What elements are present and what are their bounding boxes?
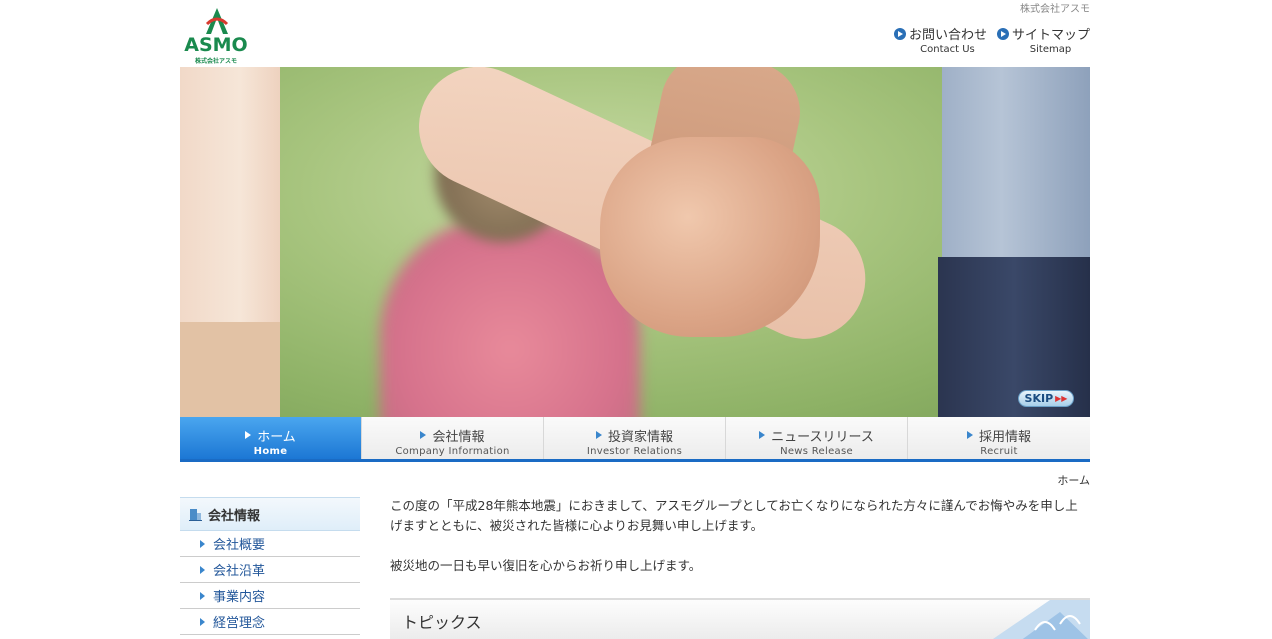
sidebar-item-label: 会社概要 <box>213 538 266 553</box>
logo-mark-icon <box>205 8 229 34</box>
main-content: この度の「平成28年熊本地震」におきまして、アスモグループとしてお亡くなりになら… <box>390 496 1090 576</box>
sitemap-link-en: Sitemap <box>1029 44 1072 55</box>
sidebar-item-label: 事業内容 <box>213 590 266 605</box>
nav-company[interactable]: 会社情報 Company Information <box>362 417 544 459</box>
arrow-circle-icon <box>893 27 906 40</box>
sidebar-heading: 会社情報 <box>180 497 360 531</box>
logo-word: ASMO <box>184 34 248 56</box>
arrow-circle-icon <box>996 27 1009 40</box>
sitemap-link-label: サイトマップ <box>1011 28 1090 43</box>
asmo-logo[interactable]: ASMO 株式会社アスモ <box>184 6 248 65</box>
skip-button[interactable]: SKIP ▶▶ <box>1018 390 1074 407</box>
sidebar-item-history[interactable]: 会社沿革 <box>180 557 360 583</box>
building-icon <box>189 509 202 521</box>
sidebar-item-overview[interactable]: 会社概要 <box>180 531 360 557</box>
nav-news-en: News Release <box>780 445 853 457</box>
topics-title: トピックス <box>402 613 482 632</box>
nav-home[interactable]: ホーム Home <box>180 417 362 459</box>
condolence-paragraph: この度の「平成28年熊本地震」におきまして、アスモグループとしてお亡くなりになら… <box>390 498 1078 533</box>
nav-recruit-label: 採用情報 <box>967 426 1031 445</box>
nav-investor-label: 投資家情報 <box>596 426 673 445</box>
contact-link-en: Contact Us <box>920 44 975 55</box>
nav-investor-en: Investor Relations <box>586 445 683 457</box>
sidebar-item-philosophy[interactable]: 経営理念 <box>180 609 360 635</box>
contact-link-label: お問い合わせ <box>908 28 987 43</box>
page: 株式会社アスモ ASMO 株式会社アスモ お問い合わせ Contact Us サ… <box>180 0 1090 639</box>
nav-news-label: ニュースリリース <box>759 426 874 445</box>
nav-company-label: 会社情報 <box>420 426 484 445</box>
contact-link[interactable]: お問い合わせ Contact Us <box>893 24 987 55</box>
nav-home-label: ホーム <box>245 426 296 445</box>
breadcrumb: ホーム <box>1057 474 1090 487</box>
logo-subtitle: 株式会社アスモ <box>194 58 237 65</box>
sitemap-link[interactable]: サイトマップ Sitemap <box>996 24 1090 55</box>
nav-news[interactable]: ニュースリリース News Release <box>726 417 908 459</box>
main-nav: ホーム Home 会社情報 Company Information 投資家情報 … <box>180 417 1090 462</box>
nav-recruit-en: Recruit <box>980 445 1018 457</box>
topics-header: トピックス <box>390 598 1090 639</box>
sidebar: 会社情報 会社概要 会社沿革 事業内容 経営理念 <box>180 497 360 635</box>
double-arrow-icon: ▶▶ <box>1055 394 1068 403</box>
sidebar-item-label: 経営理念 <box>213 616 266 631</box>
nav-investor[interactable]: 投資家情報 Investor Relations <box>544 417 726 459</box>
company-name-top: 株式会社アスモ <box>1020 4 1090 15</box>
recovery-paragraph: 被災地の一日も早い復旧を心からお祈り申し上げます。 <box>390 558 702 573</box>
nav-home-en: Home <box>253 445 288 457</box>
nav-recruit[interactable]: 採用情報 Recruit <box>908 417 1090 459</box>
topics-decoration-icon <box>992 600 1090 639</box>
sidebar-heading-label: 会社情報 <box>208 508 261 524</box>
nav-company-en: Company Information <box>395 445 510 457</box>
header-links: お問い合わせ Contact Us サイトマップ Sitemap <box>893 24 1090 55</box>
sidebar-item-label: 会社沿革 <box>213 564 266 579</box>
skip-label: SKIP <box>1024 392 1054 405</box>
sidebar-item-business[interactable]: 事業内容 <box>180 583 360 609</box>
hero-image: SKIP ▶▶ <box>180 67 1090 417</box>
